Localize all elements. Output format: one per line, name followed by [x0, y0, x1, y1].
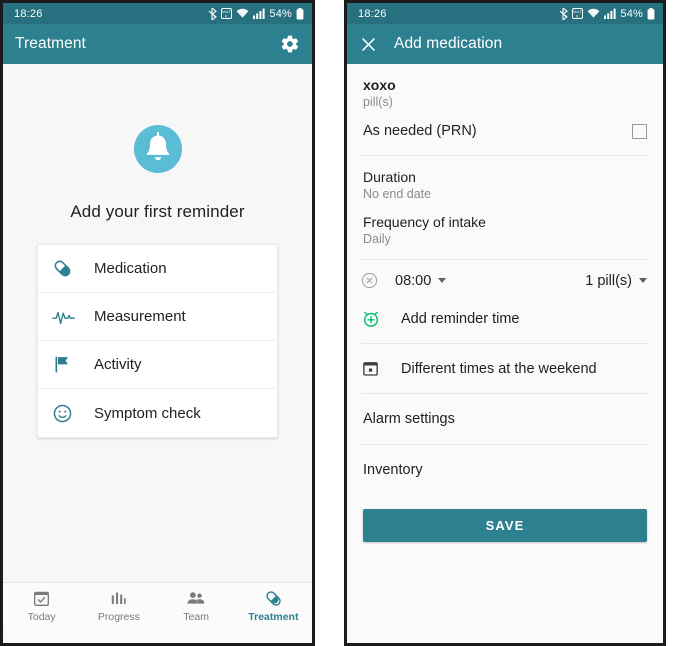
bell-reminder-icon — [124, 118, 192, 185]
gear-icon[interactable] — [280, 34, 300, 54]
bottom-navigation: Today Progress Team Treatment — [3, 582, 312, 628]
pill-icon — [266, 590, 281, 606]
reminder-type-card: Medication Measurement Activity Symptom … — [37, 244, 278, 438]
phone-screen-add-medication: 18:26 VoLT E 54% Add medication xoxo pil… — [344, 0, 666, 646]
wifi-icon — [587, 8, 600, 18]
duration-row[interactable]: Duration No end date — [347, 156, 663, 201]
reminder-quantity-dropdown[interactable]: 1 pill(s) — [585, 273, 647, 289]
alarm-add-icon — [361, 309, 383, 329]
volte-icon: VoLT E — [221, 8, 233, 19]
status-clock: 18:26 — [14, 7, 43, 20]
page-title: Add medication — [394, 35, 503, 52]
save-button-container: SAVE — [347, 495, 663, 542]
bluetooth-icon — [208, 7, 218, 20]
battery-percent: 54% — [269, 7, 292, 20]
close-icon[interactable] — [359, 35, 378, 54]
duration-value: No end date — [363, 187, 432, 201]
reminder-time-value: 08:00 — [395, 272, 432, 289]
bottom-nav-progress[interactable]: Progress — [80, 583, 157, 628]
reminder-time-row: 08:00 1 pill(s) — [347, 260, 663, 299]
bottom-nav-label: Treatment — [248, 610, 299, 623]
volte-icon: VoLT E — [572, 8, 584, 19]
bluetooth-icon — [559, 7, 569, 20]
battery-percent: 54% — [620, 7, 643, 20]
option-label: Activity — [94, 356, 142, 373]
option-symptom-check[interactable]: Symptom check — [38, 389, 277, 437]
option-label: Measurement — [94, 308, 186, 325]
app-bar-left: Treatment — [3, 24, 312, 64]
phone-screen-treatment: 18:26 VoLT E 54% Treatment Add your firs… — [0, 0, 315, 646]
page-title: Treatment — [15, 35, 86, 52]
dual-screenshot: 18:26 VoLT E 54% Treatment Add your firs… — [0, 0, 675, 646]
remove-circle-icon[interactable] — [361, 272, 378, 289]
chevron-down-icon — [438, 278, 447, 283]
bottom-nav-today[interactable]: Today — [3, 583, 80, 628]
add-reminder-time-row[interactable]: Add reminder time — [347, 299, 663, 343]
frequency-row[interactable]: Frequency of intake Daily — [347, 201, 663, 259]
svg-text:E: E — [226, 13, 229, 18]
status-bar-left: 18:26 VoLT E 54% — [3, 3, 312, 24]
option-activity[interactable]: Activity — [38, 341, 277, 389]
signal-icon — [604, 8, 616, 19]
svg-text:E: E — [577, 13, 580, 18]
app-bar-right: Add medication — [347, 24, 663, 64]
prn-checkbox[interactable] — [632, 123, 647, 139]
chevron-down-icon — [639, 278, 647, 283]
people-icon — [187, 591, 205, 604]
smiley-icon — [52, 403, 82, 424]
prn-row[interactable]: As needed (PRN) — [347, 109, 663, 155]
medication-name-row[interactable]: xoxo pill(s) — [347, 64, 663, 109]
inventory-row[interactable]: Inventory — [347, 445, 663, 495]
bottom-nav-label: Today — [27, 610, 56, 623]
option-measurement[interactable]: Measurement — [38, 293, 277, 341]
duration-label: Duration — [363, 169, 416, 185]
reminder-quantity-value: 1 pill(s) — [585, 272, 632, 289]
add-medication-form: xoxo pill(s) As needed (PRN) Duration No… — [347, 64, 663, 643]
save-button[interactable]: SAVE — [363, 509, 647, 542]
alarm-settings-row[interactable]: Alarm settings — [347, 394, 663, 444]
option-medication[interactable]: Medication — [38, 245, 277, 293]
battery-icon — [296, 7, 304, 19]
pill-icon — [52, 258, 82, 279]
status-clock: 18:26 — [358, 7, 387, 20]
medication-name: xoxo — [363, 77, 396, 93]
wifi-icon — [236, 8, 249, 18]
weekend-times-row[interactable]: Different times at the weekend — [347, 344, 663, 393]
bar-chart-icon — [112, 592, 126, 604]
option-label: Symptom check — [94, 404, 201, 422]
flag-icon — [52, 354, 82, 375]
weekend-times-label: Different times at the weekend — [401, 360, 597, 377]
calendar-check-icon — [34, 591, 50, 606]
bottom-nav-label: Team — [183, 610, 209, 623]
status-icons: VoLT E 54% — [559, 7, 655, 20]
frequency-value: Daily — [363, 232, 391, 246]
reminder-time-dropdown[interactable]: 08:00 — [395, 272, 447, 289]
medication-unit: pill(s) — [363, 95, 393, 109]
frequency-label: Frequency of intake — [363, 214, 486, 230]
bottom-nav-team[interactable]: Team — [158, 583, 235, 628]
add-reminder-time-label: Add reminder time — [401, 311, 520, 327]
treatment-empty-body: Add your first reminder Medication Measu… — [3, 64, 312, 628]
bottom-nav-label: Progress — [97, 610, 140, 623]
option-label: Medication — [94, 260, 167, 277]
empty-state-title: Add your first reminder — [70, 202, 245, 221]
battery-icon — [647, 7, 655, 19]
calendar-icon — [361, 359, 383, 378]
signal-icon — [253, 8, 265, 19]
status-icons: VoLT E 54% — [208, 7, 304, 20]
status-bar-right: 18:26 VoLT E 54% — [347, 3, 663, 24]
prn-label: As needed (PRN) — [363, 123, 477, 139]
bottom-nav-treatment[interactable]: Treatment — [235, 583, 312, 628]
heartbeat-icon — [52, 306, 82, 327]
